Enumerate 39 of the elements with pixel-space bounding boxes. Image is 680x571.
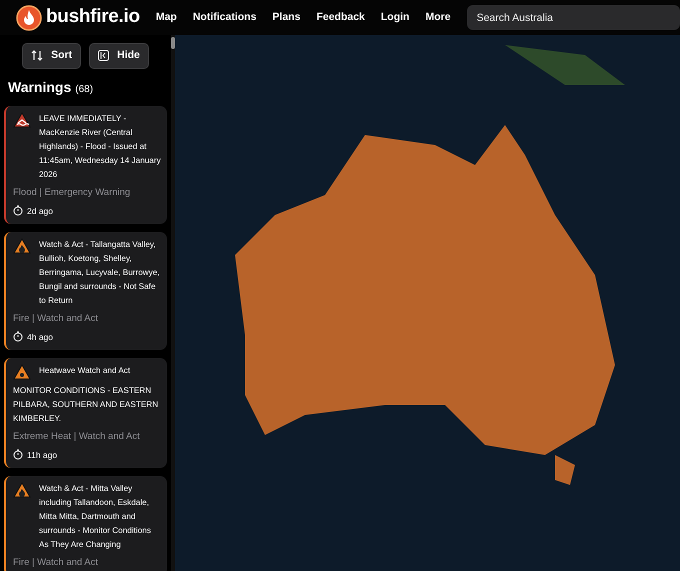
hide-button[interactable]: Hide — [89, 43, 149, 69]
warning-headline: Watch & Act - Tallangatta Valley, Bullioh, Koetong, Shelley, Berringama, Lucyvale, Burrowye, Bungil and surrounds - Not Safe to Return — [39, 238, 161, 307]
warning-count: (68) — [75, 82, 94, 97]
warning-headline: Heatwave Watch and Act — [39, 364, 130, 377]
stopwatch-icon — [13, 205, 23, 216]
flood-warning-icon — [13, 112, 31, 128]
warning-headline: Watch & Act - Mitta Valley including Tallandoon, Eskdale, Mitta Mitta, Dartmouth and surrounds - Monitor Conditions As They Are Changing — [39, 482, 152, 551]
warning-time: 4h ago — [27, 330, 53, 344]
search-field[interactable]: Search Australia — [466, 5, 680, 30]
heat-warning-icon — [13, 364, 31, 380]
warning-card[interactable]: Watch & Act - Mitta Valley including Tallandoon, Eskdale, Mitta Mitta, Dartmouth and surrounds - Monitor Conditions As They Are Changing Fire | Watch and Act — [4, 476, 167, 571]
nav-link[interactable]: Plans — [264, 10, 308, 26]
nav-link[interactable]: Map — [148, 10, 185, 26]
stopwatch-icon — [13, 331, 23, 342]
flame-logo-icon — [16, 4, 42, 30]
warning-time: 2d ago — [27, 204, 53, 218]
warning-card[interactable]: Watch & Act - Tallangatta Valley, Bullioh, Koetong, Shelley, Berringama, Lucyvale, Burrowye, Bungil and surrounds - Not Safe to Return Fire | Watch and Act 4h ago — [4, 232, 167, 350]
warning-headline: LEAVE IMMEDIATELY - MacKenzie River (Central Highlands) - Flood - Issued at 11:45am, Wednesday 14 January 2026 — [39, 112, 161, 181]
nav-link[interactable]: Login — [372, 10, 418, 26]
fire-warning-icon — [13, 482, 31, 498]
warning-category: Extreme Heat | Watch and Act — [13, 430, 141, 444]
sort-icon — [31, 50, 44, 62]
warning-card[interactable]: LEAVE IMMEDIATELY - MacKenzie River (Central Highlands) - Flood - Issued at 11:45am, Wednesday 14 January 2026 Flood | Emergency Warning 2d ago — [4, 106, 167, 224]
nav-link[interactable]: More — [417, 10, 459, 26]
section-title: Warnings — [8, 78, 72, 97]
nav-link[interactable]: Feedback — [308, 10, 373, 26]
brand-name[interactable]: bushfire.io — [46, 3, 140, 32]
warning-category: Fire | Watch and Act — [13, 556, 100, 570]
sort-button[interactable]: Sort — [22, 43, 82, 69]
warning-card[interactable]: Heatwave Watch and Act MONITOR CONDITIONS - EASTERN PILBARA, SOUTHERN AND EASTERN KIMBERLEY. Extreme Heat | Watch and Act 11h ago — [4, 358, 167, 468]
warning-description: MONITOR CONDITIONS - EASTERN PILBARA, SOUTHERN AND EASTERN KIMBERLEY. — [13, 384, 160, 425]
fire-warning-icon — [13, 238, 31, 254]
warning-category: Flood | Emergency Warning — [13, 186, 132, 200]
stopwatch-icon — [13, 449, 23, 460]
warning-category: Fire | Watch and Act — [13, 312, 100, 326]
nav-link[interactable]: Notifications — [184, 10, 264, 26]
collapse-panel-icon — [98, 50, 110, 62]
scrollbar-thumb[interactable] — [171, 37, 175, 49]
warning-time: 11h ago — [27, 448, 58, 462]
